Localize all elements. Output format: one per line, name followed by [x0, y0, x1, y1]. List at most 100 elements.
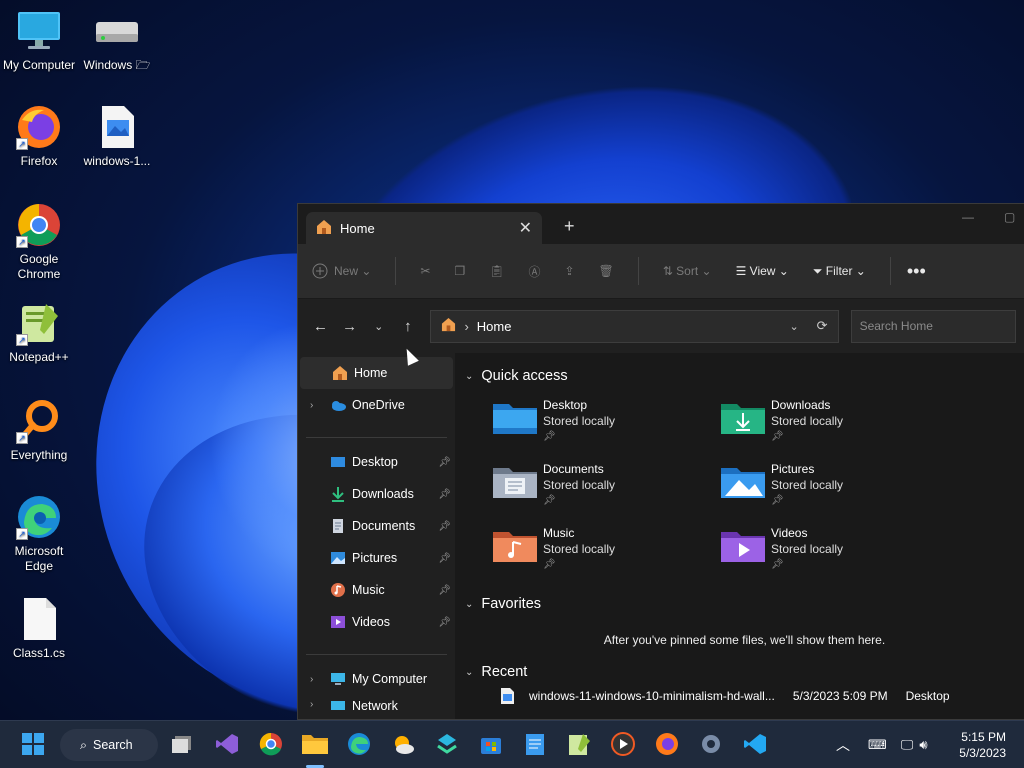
clock[interactable]: 5:15 PM 5/3/2023 — [959, 729, 1006, 761]
search-icon: ⌕ — [80, 737, 88, 752]
file-explorer-icon[interactable] — [302, 731, 328, 757]
firefox-icon: ↗ — [16, 104, 62, 150]
quick-access-item-music[interactable]: Music Stored locally 📌︎ — [493, 525, 721, 589]
sidebar-item-home[interactable]: Home — [300, 357, 453, 389]
search-input[interactable]: Search Home — [850, 309, 1017, 343]
folder-name: Documents — [543, 462, 604, 476]
address-bar[interactable]: › Home ⌄ ⟳ — [430, 309, 839, 343]
back-arrow-icon[interactable]: ← — [306, 318, 335, 335]
notepad-icon[interactable] — [522, 731, 548, 757]
collapse-chevron-icon[interactable]: ⌄ — [465, 667, 473, 678]
new-button[interactable]: New ⌄ — [312, 263, 371, 279]
paste-button[interactable]: 📋︎ — [489, 264, 504, 278]
sidebar-item-videos[interactable]: Videos 📌︎ — [298, 606, 455, 638]
up-arrow-icon[interactable]: ↑ — [393, 318, 422, 335]
desktop-icon-chrome[interactable]: ↗ Google Chrome — [0, 202, 78, 282]
pin-icon: 📌︎ — [771, 559, 784, 570]
chrome-icon[interactable] — [258, 731, 284, 757]
media-player-icon[interactable] — [610, 731, 636, 757]
divider — [306, 654, 447, 655]
desktop-icon-firefox[interactable]: ↗ Firefox — [0, 104, 78, 169]
refresh-icon[interactable]: ⟳ — [817, 318, 828, 334]
sidebar-item-downloads[interactable]: Downloads 📌︎ — [298, 478, 455, 510]
firefox-icon[interactable] — [654, 731, 680, 757]
maximize-icon[interactable]: ▢ — [1004, 210, 1015, 224]
recent-locations-chevron-icon[interactable]: ⌄ — [364, 320, 393, 333]
app-icon[interactable] — [434, 731, 460, 757]
rename-icon: Ⓐ — [528, 264, 541, 279]
edge-icon[interactable] — [346, 731, 372, 757]
share-icon: ⇪ — [564, 264, 575, 278]
quick-access-item-desktop[interactable]: Desktop Stored locally 📌︎ — [493, 397, 721, 461]
table-row[interactable]: windows-11-windows-10-minimalism-hd-wall… — [465, 683, 1024, 709]
start-button[interactable] — [20, 731, 46, 757]
sort-icon: ⇅ — [662, 264, 677, 278]
desktop-icon-everything[interactable]: ↗ Everything — [0, 398, 78, 463]
favorites-header[interactable]: ⌄ Favorites — [465, 593, 1024, 615]
quick-access-item-videos[interactable]: Videos Stored locally 📌︎ — [721, 525, 949, 589]
store-icon[interactable] — [478, 731, 504, 757]
network-monitor-icon[interactable]: 🖵︎ — [901, 737, 914, 753]
sidebar-item-pictures[interactable]: Pictures 📌︎ — [298, 542, 455, 574]
filter-icon: ⏷ — [812, 263, 826, 278]
collapse-chevron-icon[interactable]: ⌄ — [465, 371, 473, 382]
new-tab-button[interactable]: + — [564, 216, 575, 237]
vscode-icon[interactable] — [742, 731, 768, 757]
quick-access-header[interactable]: ⌄ Quick access — [465, 365, 1024, 387]
desktop-icon-my-computer[interactable]: My Computer — [0, 8, 78, 73]
minimize-icon[interactable]: — — [962, 210, 974, 224]
volume-icon[interactable]: 🔊︎ — [919, 737, 927, 753]
desktop-icon-windows-drive[interactable]: Windows 🗁 — [78, 8, 156, 73]
network-icon — [331, 701, 345, 710]
pin-icon: 📌︎ — [771, 495, 784, 506]
breadcrumb-home[interactable]: Home — [477, 319, 512, 334]
visual-studio-icon[interactable] — [214, 731, 240, 757]
sidebar-item-music[interactable]: Music 📌︎ — [298, 574, 455, 606]
address-dropdown-icon[interactable]: ⌄ — [789, 320, 798, 333]
weather-icon[interactable] — [390, 731, 416, 757]
expand-chevron-icon[interactable]: › — [310, 400, 313, 411]
share-button[interactable]: ⇪ — [564, 264, 574, 278]
more-options-icon[interactable]: ••• — [907, 261, 926, 282]
delete-button[interactable]: 🗑︎ — [599, 264, 614, 278]
filter-button[interactable]: ⏷ Filter ⌄ — [813, 264, 866, 279]
sidebar-item-my-computer[interactable]: › My Computer — [298, 663, 455, 695]
sidebar-item-label: My Computer — [352, 672, 428, 686]
sidebar-item-documents[interactable]: Documents 📌︎ — [298, 510, 455, 542]
copy-button[interactable]: ❐ — [454, 264, 465, 278]
view-button[interactable]: ☰ View ⌄ — [736, 264, 789, 278]
sidebar-item-onedrive[interactable]: › OneDrive — [298, 389, 455, 421]
keyboard-icon[interactable]: ⌨ — [868, 737, 887, 753]
forward-arrow-icon[interactable]: → — [335, 318, 364, 335]
quick-access-item-pictures[interactable]: Pictures Stored locally 📌︎ — [721, 461, 949, 525]
folder-name: Downloads — [771, 398, 831, 412]
trash-icon: 🗑︎ — [598, 264, 614, 278]
settings-gear-icon[interactable] — [698, 731, 724, 757]
sidebar-item-label: Desktop — [352, 455, 398, 469]
expand-chevron-icon[interactable]: › — [310, 674, 313, 685]
close-tab-icon[interactable]: ✕ — [519, 218, 532, 238]
pin-icon: 📌︎ — [438, 616, 451, 628]
desktop-icon-class1[interactable]: Class1.cs — [0, 596, 78, 661]
sort-label: Sort — [676, 264, 699, 278]
recent-header[interactable]: ⌄ Recent — [465, 661, 1024, 683]
rename-button[interactable]: Ⓐ — [528, 263, 540, 280]
quick-access-item-downloads[interactable]: Downloads Stored locally 📌︎ — [721, 397, 949, 461]
show-hidden-icons-chevron-icon[interactable]: ︿ — [836, 735, 850, 755]
cut-button[interactable]: ✂ — [420, 264, 430, 278]
tab-home[interactable]: Home ✕ — [306, 212, 542, 244]
sidebar-item-network[interactable]: › Network — [298, 695, 455, 711]
favorites-empty-message: After you've pinned some files, we'll sh… — [603, 633, 886, 647]
sidebar-item-desktop[interactable]: Desktop 📌︎ — [298, 446, 455, 478]
image-file-icon — [501, 688, 514, 704]
desktop-icon-edge[interactable]: ↗ Microsoft Edge — [0, 494, 78, 574]
collapse-chevron-icon[interactable]: ⌄ — [465, 599, 473, 610]
task-view-icon[interactable] — [170, 731, 196, 757]
quick-access-item-documents[interactable]: Documents Stored locally 📌︎ — [493, 461, 721, 525]
desktop-icon-notepadpp[interactable]: ↗ Notepad++ — [0, 300, 78, 365]
expand-chevron-icon[interactable]: › — [310, 699, 313, 710]
taskbar-search[interactable]: ⌕ Search — [60, 729, 158, 761]
sort-button[interactable]: ⇅ Sort ⌄ — [663, 264, 712, 278]
notepadpp-icon[interactable] — [566, 731, 592, 757]
desktop-icon-image-file[interactable]: windows-1... — [78, 104, 156, 169]
